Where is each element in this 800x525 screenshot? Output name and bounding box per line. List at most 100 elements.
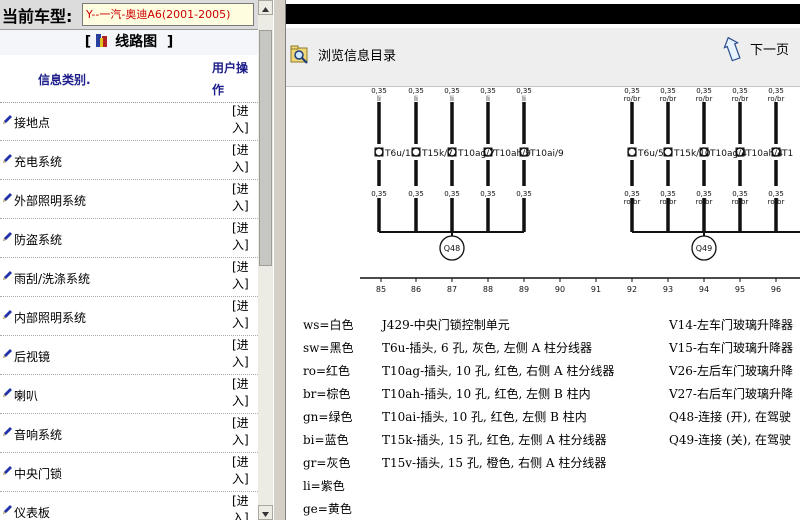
content-toolbar: 浏览信息目录 下一页 [286,28,800,87]
track-number: 87 [447,285,457,294]
wire-gauge-label: 0,35 [624,190,640,198]
enter-link-line1: [进 [232,299,249,313]
scroll-thumb[interactable] [259,30,272,266]
wire-gauge-label: 0,35 [444,87,460,95]
pencil-icon [3,193,12,202]
connector-label: T6u/1 [384,149,411,159]
category-row[interactable]: 外部照明系统 [进 入] [0,180,258,219]
track-number: 93 [663,285,673,294]
category-row[interactable]: 音响系统 [进 入] [0,414,258,453]
column-header: 信息类别. 用户操 作 [0,55,258,103]
category-row[interactable]: 后视镜 [进入] [0,336,258,375]
arrow-down-icon [262,512,269,517]
enter-link[interactable]: [进 入] [232,142,256,176]
enter-link-line2: 入] [232,472,249,486]
category-scrollbar[interactable] [258,0,273,520]
wire-gauge-label: 0,35 [696,87,712,95]
enter-link[interactable]: [进入] [232,454,256,488]
category-row[interactable]: 喇叭 [进 入] [0,375,258,414]
next-page-button[interactable]: 下一页 [722,36,800,66]
connector-label: T10ag/4 [709,149,747,159]
category-name[interactable]: 中央门锁 [14,465,62,482]
color-code-item: gn=绿色 [303,410,353,424]
enter-link-line1: [进 [232,260,249,274]
enter-link-line1: [进 [232,338,249,352]
connector-label: T10ah/9 [493,149,531,159]
wire-color-label: ro/br [696,198,713,206]
enter-link-line1: [进 [232,455,249,469]
enter-link[interactable]: [进 入] [232,376,256,410]
wire-color-label: ro/br [660,95,677,103]
enter-link-line2: 入] [232,355,249,369]
wire-gauge-label: 0,35 [408,190,424,198]
pane-splitter[interactable] [273,0,286,520]
category-name[interactable]: 雨刮/洗涤系统 [14,270,90,287]
enter-link-line2: 入] [232,121,249,135]
category-row[interactable]: 内部照明系统 [进 入] [0,297,258,336]
category-row[interactable]: 仪表板 [进 入] [0,492,258,520]
enter-link[interactable]: [进 入] [232,259,256,293]
category-row[interactable]: 雨刮/洗涤系统 [进 入] [0,258,258,297]
track-number: 96 [771,285,781,294]
connector-label: T15k/10 [673,149,711,159]
wire-color-label: ro/br [768,198,785,206]
wire-gauge-label: 0,35 [660,190,676,198]
enter-link-line1: [进 [232,104,249,118]
category-name[interactable]: 充电系统 [14,153,62,170]
category-name[interactable]: 后视镜 [14,348,50,365]
wire-gauge-label: 0,35 [732,87,748,95]
category-row[interactable]: 中央门锁 [进入] [0,453,258,492]
component-extra-item: V15-右车门玻璃升降器 [669,341,793,355]
wire-color-label: ro/br [732,95,749,103]
category-name[interactable]: 内部照明系统 [14,309,86,326]
pencil-icon [3,466,12,475]
pencil-icon [3,310,12,319]
enter-link[interactable]: [进入] [232,103,256,137]
wire-gauge-label: 0,35 [444,190,460,198]
wire-color-label: ro/br [696,95,713,103]
category-name[interactable]: 音响系统 [14,426,62,443]
junction-label: Q48 [444,244,460,253]
pencil-icon [3,427,12,436]
category-row[interactable]: 防盗系统 [进 入] [0,219,258,258]
component-item: T10ai-插头, 10 孔, 红色, 左侧 B 柱内 [382,410,587,424]
component-extra-item: V14-左车门玻璃升降器 [669,318,793,332]
track-number: 95 [735,285,745,294]
pencil-icon [3,505,12,514]
enter-link[interactable]: [进 入] [232,181,256,215]
color-code-item: ge=黄色 [303,502,352,516]
wire-gauge-label: 0,35 [408,87,424,95]
color-code-legend: ws=白色 sw=黑色 ro=红色 br=棕色 gn=绿色 bi=蓝色 gr=灰色 li=紫色… [303,314,354,520]
wire-gauge-label: 0,35 [516,87,532,95]
enter-link[interactable]: [进 入] [232,220,256,254]
enter-link[interactable]: [进 入] [232,415,256,449]
category-row[interactable]: 充电系统 [进 入] [0,141,258,180]
scroll-down-button[interactable] [258,505,273,520]
enter-link-line2: 入] [232,199,249,213]
enter-link-line1: [进 [232,377,249,391]
category-name[interactable]: 外部照明系统 [14,192,86,209]
wire-gauge-label: 0,35 [696,190,712,198]
component-item: J429-中央门锁控制单元 [382,318,510,332]
category-name[interactable]: 接地点 [14,114,50,131]
car-model-field[interactable]: Y--一汽-奥迪A6(2001-2005) [82,3,254,26]
wire-color-label: ro/br [624,95,641,103]
column-header-category: 信息类别. [38,73,91,87]
wire-color-label: li [486,198,490,206]
wire-color-label: ro/br [660,198,677,206]
category-row[interactable]: 接地点 [进入] [0,102,258,141]
enter-link[interactable]: [进入] [232,337,256,371]
wire-gauge-label: 0,35 [732,190,748,198]
track-number: 94 [699,285,709,294]
component-item: T10ag-插头, 10 孔, 红色, 右侧 A 柱分线器 [382,364,615,378]
wiring-diagram-text: 0,35liT6u/10,35li0,35liT15k/70,35li0,35l… [371,87,793,294]
connector-pin [411,147,421,157]
category-name[interactable]: 喇叭 [14,387,38,404]
enter-link[interactable]: [进 入] [232,493,256,520]
category-name[interactable]: 仪表板 [14,504,50,520]
scroll-up-button[interactable] [258,0,273,15]
enter-link[interactable]: [进 入] [232,298,256,332]
section-title-text: 线路图 [115,34,158,50]
category-name[interactable]: 防盗系统 [14,231,62,248]
top-strip [286,0,800,28]
